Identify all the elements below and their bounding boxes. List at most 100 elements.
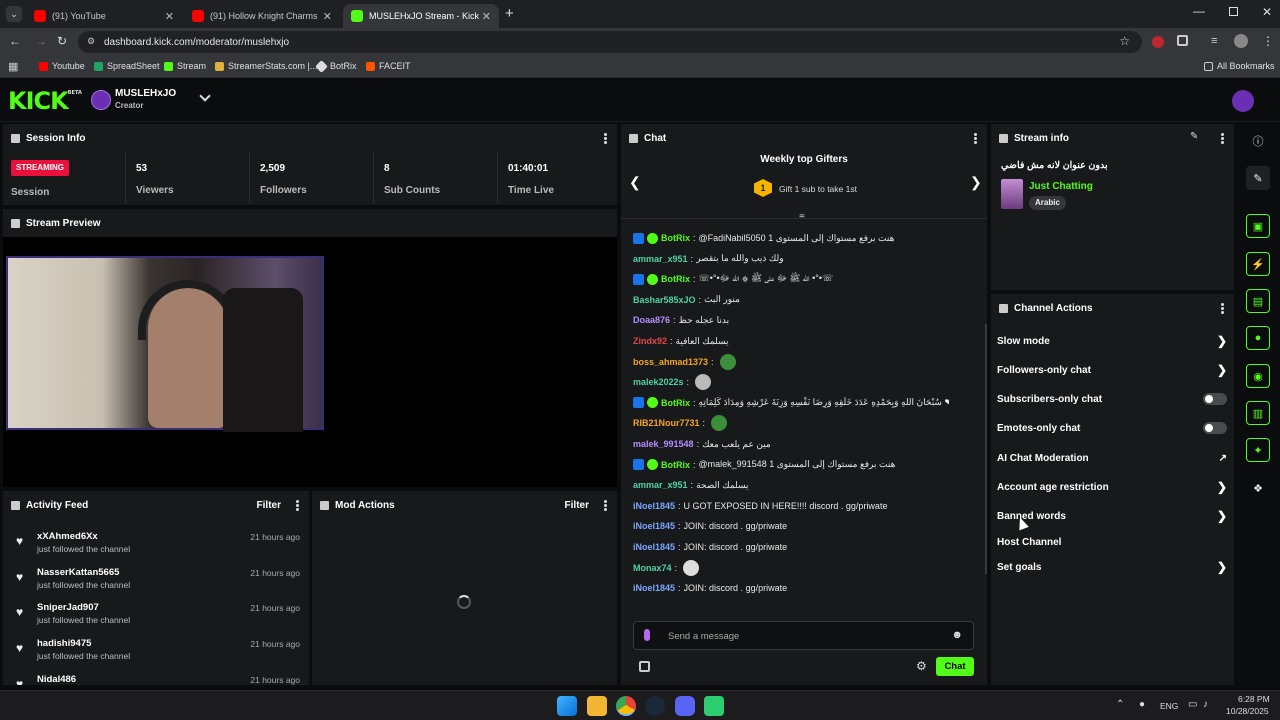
chat-bubble-icon[interactable]: ● (1246, 326, 1270, 350)
media-icon[interactable]: ≡ (1211, 35, 1217, 47)
chat-username[interactable]: BotRix (661, 274, 690, 284)
bookmark-streamerstats[interactable]: StreamerStats.com |... (215, 61, 317, 71)
stream-video[interactable] (6, 256, 324, 432)
gifters-prev-arrow-icon[interactable]: ❮ (629, 174, 641, 191)
url-field[interactable]: ⚙ dashboard.kick.com/moderator/muslehxjo… (78, 31, 1142, 53)
file-explorer-icon[interactable] (587, 696, 607, 716)
chat-username[interactable]: Zindx92 (633, 336, 667, 346)
chat-username[interactable]: iNoel1845 (633, 542, 675, 552)
follower-name[interactable]: hadishi9475 (37, 638, 91, 649)
chat-username[interactable]: Doaa876 (633, 315, 670, 325)
more-options-icon[interactable] (1221, 303, 1224, 314)
microphone-icon[interactable] (644, 629, 650, 641)
mod-filter-button[interactable]: Filter (565, 500, 589, 511)
tab-youtube[interactable]: (91) YouTube ✕ (26, 4, 182, 28)
broadcast-icon[interactable]: ◉ (1246, 364, 1270, 388)
browser-menu-icon[interactable]: ⋮ (1262, 34, 1274, 48)
kick-logo[interactable]: KICKBETA (8, 87, 82, 115)
windows-start-icon[interactable] (557, 696, 577, 716)
tab-kick-dashboard[interactable]: MUSLEHxJO Stream - Kick Dashboard ✕ (343, 4, 499, 28)
chat-username[interactable]: BotRix (661, 460, 690, 470)
close-window-button[interactable]: ✕ (1262, 5, 1272, 19)
action-banned-words[interactable]: Banned words ❯ (997, 506, 1227, 526)
action-slow-mode[interactable]: Slow mode ❯ (997, 331, 1227, 351)
minimize-button[interactable]: — (1193, 4, 1205, 18)
store-icon[interactable] (639, 661, 650, 672)
more-options-icon[interactable] (296, 500, 299, 511)
gifters-next-arrow-icon[interactable]: ❯ (970, 174, 982, 191)
back-icon[interactable]: ← (9, 34, 21, 48)
emoji-icon[interactable]: ☻ (951, 629, 963, 641)
subscribers-only-toggle[interactable] (1203, 393, 1227, 405)
chat-send-button[interactable]: Chat (936, 657, 974, 676)
tray-volume-icon[interactable]: ♪ (1203, 699, 1208, 710)
wrench-tool-icon[interactable]: ✦ (1246, 438, 1270, 462)
tab-search-button[interactable]: ⌄ (6, 6, 22, 22)
activity-filter-button[interactable]: Filter (257, 500, 281, 511)
chat-username[interactable]: Monax74 (633, 563, 672, 573)
action-followers-only[interactable]: Followers-only chat ❯ (997, 360, 1227, 380)
extension-icon[interactable] (1152, 36, 1164, 48)
chat-username[interactable]: malek2022s (633, 377, 684, 387)
follower-name[interactable]: NasserKattan5665 (37, 567, 119, 578)
more-options-icon[interactable] (1221, 133, 1224, 144)
chat-username[interactable]: Bashar585xJO (633, 295, 696, 305)
tray-network-icon[interactable]: ▭ (1188, 699, 1197, 710)
bookmark-spreadsheet[interactable]: SpreadSheet (94, 61, 160, 71)
maximize-button[interactable] (1229, 7, 1238, 16)
forward-icon[interactable]: → (35, 34, 47, 48)
follower-name[interactable]: SniperJad907 (37, 602, 99, 613)
chat-username[interactable]: RIB21Nour7731 (633, 418, 700, 428)
tray-mic-icon[interactable]: ● (1139, 699, 1145, 710)
chat-username[interactable]: iNoel1845 (633, 583, 675, 593)
edit-pencil-icon[interactable]: ✎ (1190, 131, 1198, 142)
chat-username[interactable]: BotRix (661, 233, 690, 243)
action-account-age[interactable]: Account age restriction ❯ (997, 477, 1227, 497)
channel-switch-chevron-icon[interactable] (199, 90, 211, 102)
site-info-icon[interactable]: ⚙ (87, 36, 95, 47)
document-icon[interactable]: ▤ (1246, 289, 1270, 313)
bookmark-stream[interactable]: Stream (164, 61, 206, 71)
more-options-icon[interactable] (604, 500, 607, 511)
steam-icon[interactable] (645, 696, 665, 716)
layout-icon[interactable]: ▥ (1246, 401, 1270, 425)
info-icon[interactable]: ⓘ (1246, 129, 1270, 153)
more-options-icon[interactable] (604, 133, 607, 144)
chat-username[interactable]: BotRix (661, 398, 690, 408)
bookmark-botrix[interactable]: BotRix (315, 59, 357, 73)
clock-time[interactable]: 6:28 PM (1238, 694, 1270, 704)
chat-username[interactable]: iNoel1845 (633, 501, 675, 511)
language-indicator[interactable]: ENG (1160, 701, 1178, 711)
category-thumbnail[interactable] (1001, 179, 1023, 209)
apps-icon[interactable]: ❖ (1246, 476, 1270, 500)
all-bookmarks[interactable]: All Bookmarks (1204, 61, 1275, 71)
action-set-goals[interactable]: Set goals ❯ (997, 557, 1227, 577)
chat-settings-gear-icon[interactable]: ⚙ (916, 659, 927, 673)
emotes-only-toggle[interactable] (1203, 422, 1227, 434)
lightning-icon[interactable]: ⚡ (1246, 252, 1270, 276)
chat-scrollbar[interactable] (985, 324, 987, 574)
clock-date[interactable]: 10/28/2025 (1226, 706, 1269, 716)
action-ai-moderation[interactable]: AI Chat Moderation ↗ (997, 448, 1227, 468)
chat-username[interactable]: malek_991548 (633, 439, 694, 449)
more-options-icon[interactable] (974, 133, 977, 144)
language-tag[interactable]: Arabic (1029, 196, 1066, 210)
follower-name[interactable]: Nidal486 (37, 674, 76, 685)
tab-hollow-knight[interactable]: (91) Hollow Knight Charms Tier ✕ (184, 4, 340, 28)
bookmark-youtube[interactable]: Youtube (39, 61, 85, 71)
action-host-channel[interactable]: Host Channel (997, 532, 1227, 552)
channel-avatar[interactable] (91, 90, 111, 110)
app-icon[interactable] (704, 696, 724, 716)
edit-icon[interactable]: ✎ (1246, 166, 1270, 190)
chat-username[interactable]: ammar_x951 (633, 480, 688, 490)
tray-chevron-icon[interactable]: ⌃ (1116, 699, 1124, 710)
close-tab-icon[interactable]: ✕ (165, 10, 174, 23)
close-tab-icon[interactable]: ✕ (482, 10, 491, 23)
discord-icon[interactable] (675, 696, 695, 716)
user-avatar[interactable] (1232, 90, 1254, 112)
clip-icon[interactable]: ▣ (1246, 214, 1270, 238)
stream-category[interactable]: Just Chatting (1029, 181, 1093, 192)
apps-grid-icon[interactable]: ▦ (8, 60, 18, 73)
chat-username[interactable]: iNoel1845 (633, 521, 675, 531)
bookmark-star-icon[interactable]: ☆ (1119, 34, 1130, 48)
